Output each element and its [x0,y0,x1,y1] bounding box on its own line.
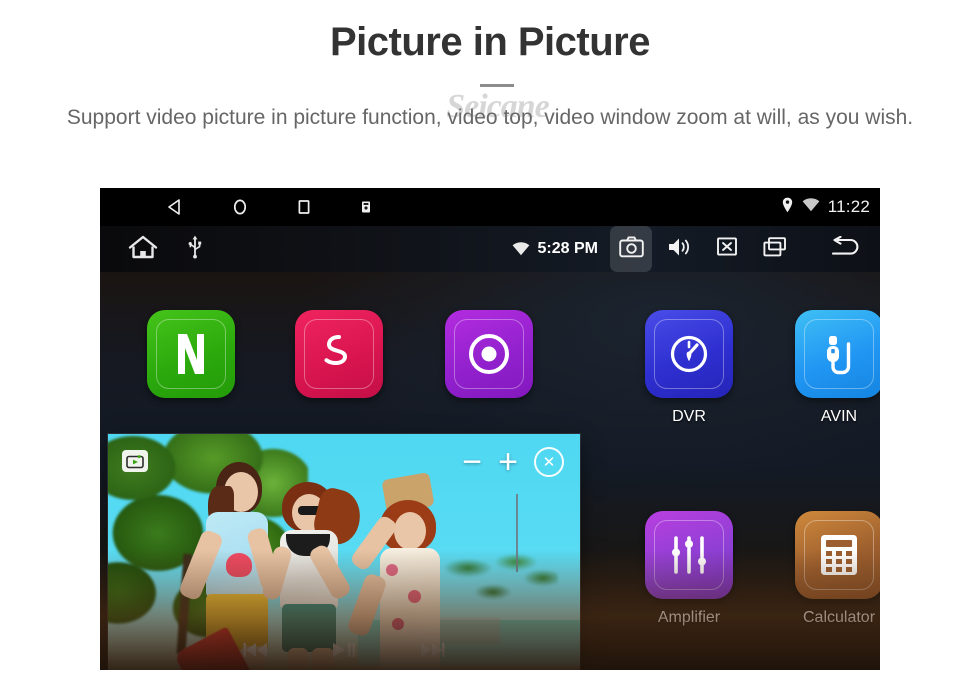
gauge-icon [645,310,733,398]
video-mast [516,494,518,572]
video-red-object [173,626,263,670]
camera-button[interactable] [610,226,652,272]
speaker-icon [667,236,692,263]
home-icon[interactable] [128,234,158,265]
mute-button[interactable] [706,226,748,272]
av-plug-icon [795,310,880,398]
pip-window-controls: − + ✕ [462,442,564,482]
back-button[interactable] [824,226,866,272]
video-palm-tree [438,552,558,642]
close-button[interactable]: ✕ [534,447,564,477]
app-amplifier[interactable]: Amplifier [641,511,737,627]
location-pin-icon [781,197,794,218]
usb-icon[interactable] [188,235,202,264]
app-label: Amplifier [657,609,721,626]
launcher-desktop: Netflix SiriusXM Wheelkey Study DVR AVIN… [100,272,880,670]
screenshot-icon[interactable] [349,188,383,226]
app-label: DVR [672,408,706,425]
play-pause-icon[interactable] [331,640,357,665]
watermark-video: Seicane [447,665,580,670]
head-unit-screen: 11:22 5:28 PM Netflix SiriusXM Wheelkey … [100,188,880,670]
app-label: SiriusXM [306,580,371,597]
wheelkey-icon [445,310,533,398]
home-icon[interactable] [223,188,257,226]
volume-button[interactable] [658,226,700,272]
camera-icon [618,235,644,263]
video-building [408,618,500,644]
back-icon[interactable] [158,188,192,226]
appbar-clock: 5:28 PM [537,240,598,257]
wifi-icon [802,197,820,217]
video-trunk [176,553,193,655]
zoom-in-button[interactable]: + [498,445,518,479]
netflix-icon [147,310,235,398]
page-title: Picture in Picture [330,20,650,64]
app-calculator[interactable]: Calculator [791,511,880,627]
app-label: Wheelkey Study [441,580,557,597]
siriusxm-icon [295,310,383,398]
android-status-bar: 11:22 [100,188,880,226]
wifi-icon [512,242,530,256]
zoom-out-button[interactable]: − [462,445,482,479]
status-bar-right: 11:22 [781,188,870,226]
title-divider [480,84,514,87]
video-person-3 [346,472,476,670]
media-controls [108,640,580,665]
pip-video-window[interactable]: Seicane − + ✕ [108,434,580,670]
multiwindow-button[interactable] [754,226,796,272]
launcher-app-bar: 5:28 PM [100,226,880,272]
page-root: Picture in Picture Support video picture… [0,0,980,687]
x-box-icon [715,236,739,262]
page-subtitle: Support video picture in picture functio… [66,106,914,129]
app-label: Calculator [802,609,876,626]
video-beach [108,666,580,670]
marketing-header: Picture in Picture Support video picture… [0,0,980,188]
app-dvr[interactable]: DVR [641,310,737,426]
recents-icon[interactable] [287,188,321,226]
video-sea [358,620,580,668]
next-icon[interactable] [419,640,445,665]
app-avin[interactable]: AVIN [791,310,880,426]
calculator-icon [795,511,880,599]
equalizer-icon [645,511,733,599]
multiwindow-icon [762,236,788,263]
previous-icon[interactable] [243,640,269,665]
undo-arrow-icon [829,235,861,263]
video-badge-icon [122,450,148,472]
app-label: Netflix [168,580,214,597]
status-clock: 11:22 [827,197,870,216]
app-label: AVIN [820,408,858,425]
